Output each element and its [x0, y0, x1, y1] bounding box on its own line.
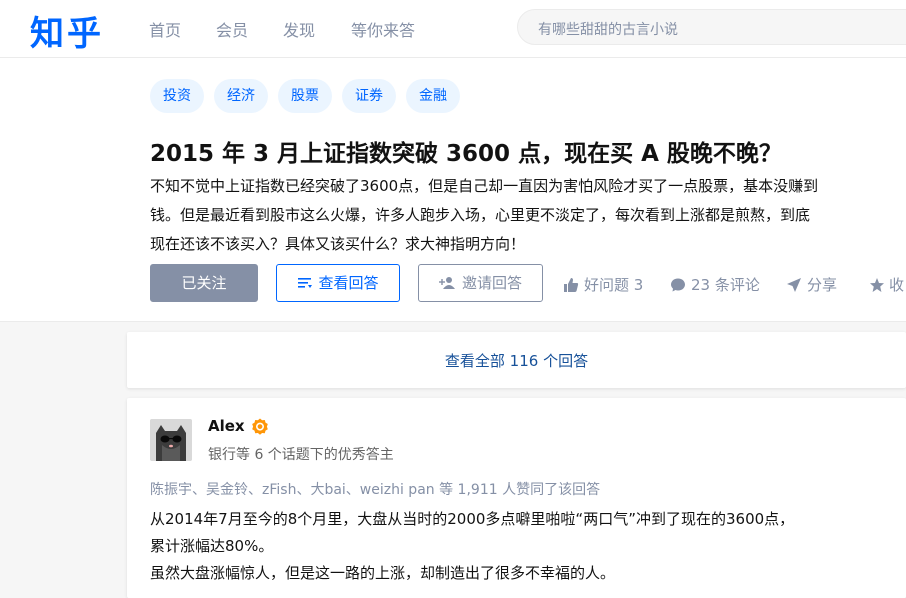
top-bar: 知乎 首页 会员 发现 等你来答 有哪些甜甜的古言小说	[0, 0, 906, 58]
answer-text-line: 虽然大盘涨幅惊人，但是这一路的上涨，却制造出了很多不幸福的人。	[150, 564, 616, 582]
comments-label: 23 条评论	[691, 276, 760, 294]
followed-button[interactable]: 已关注	[150, 264, 258, 302]
view-answers-label: 查看回答	[318, 274, 379, 292]
invite-answer-label: 邀请回答	[461, 274, 522, 292]
topic-tag[interactable]: 经济	[214, 79, 268, 113]
topic-tag[interactable]: 证券	[342, 79, 396, 113]
good-question-button[interactable]: 好问题 3	[563, 274, 643, 295]
excellent-answerer-badge-icon	[252, 418, 268, 435]
invite-answer-button[interactable]: 邀请回答	[418, 264, 543, 302]
share-label: 分享	[807, 276, 838, 294]
view-answers-button[interactable]: 查看回答	[276, 264, 400, 302]
description-line: 不知不觉中上证指数已经突破了3600点，但是自己却一直因为害怕风险才买了一点股票…	[150, 177, 819, 195]
collect-label: 收	[889, 276, 905, 294]
star-icon	[870, 278, 884, 292]
share-button[interactable]: 分享	[786, 274, 837, 295]
answer-text-line: 累计涨幅达80%。	[150, 537, 274, 555]
zhihu-logo[interactable]: 知乎	[30, 6, 104, 55]
question-title: 2015 年 3 月上证指数突破 3600 点，现在买 A 股晚不晚？	[150, 141, 782, 167]
topic-tag[interactable]: 金融	[406, 79, 460, 113]
voters-summary: 陈振宇、吴金铃、zFish、大bai、weizhi pan 等 1,911 人赞…	[150, 482, 601, 498]
topic-tag[interactable]: 投资	[150, 79, 204, 113]
question-header: 投资 经济 股票 证券 金融 2015 年 3 月上证指数突破 3600 点，现…	[0, 58, 906, 322]
view-all-answers-link[interactable]: 查看全部 116 个回答	[127, 350, 906, 371]
view-all-answers-card: 查看全部 116 个回答	[127, 332, 906, 388]
author-name[interactable]: Alex	[208, 417, 245, 435]
nav-home[interactable]: 首页	[149, 17, 181, 41]
collect-button[interactable]: 收	[870, 274, 904, 295]
nav-membership[interactable]: 会员	[216, 17, 248, 41]
author-bio: 银行等 6 个话题下的优秀答主	[208, 447, 394, 463]
answer-card: Alex 银行等 6 个话题下的优秀答主 陈振宇、吴金铃、zFish、大bai、…	[127, 398, 906, 598]
add-user-icon	[438, 277, 455, 289]
paper-plane-icon	[787, 278, 801, 292]
question-description: 不知不觉中上证指数已经突破了3600点，但是自己却一直因为害怕风险才买了一点股票…	[150, 172, 900, 259]
topic-tag[interactable]: 股票	[278, 79, 332, 113]
description-line: 现在还该不该买入？具体又该买什么？求大神指明方向！	[150, 235, 526, 253]
good-question-label: 好问题 3	[584, 276, 644, 294]
avatar[interactable]	[150, 419, 192, 461]
description-line: 钱。但是最近看到股市这么火爆，许多人跑步入场，心里更不淡定了，每次看到上涨都是煎…	[150, 206, 811, 224]
cat-avatar-icon	[150, 419, 192, 461]
thumbs-up-icon	[564, 278, 579, 292]
nav-waiting-answers[interactable]: 等你来答	[351, 17, 415, 41]
search-input[interactable]: 有哪些甜甜的古言小说	[517, 9, 906, 45]
search-placeholder: 有哪些甜甜的古言小说	[538, 22, 678, 38]
list-icon	[298, 278, 313, 288]
nav-discover[interactable]: 发现	[283, 17, 315, 41]
comment-icon	[671, 278, 685, 292]
comments-button[interactable]: 23 条评论	[670, 274, 760, 295]
answer-text-line: 从2014年7月至今的8个月里，大盘从当时的2000多点噼里啪啦“两口气”冲到了…	[150, 510, 795, 528]
